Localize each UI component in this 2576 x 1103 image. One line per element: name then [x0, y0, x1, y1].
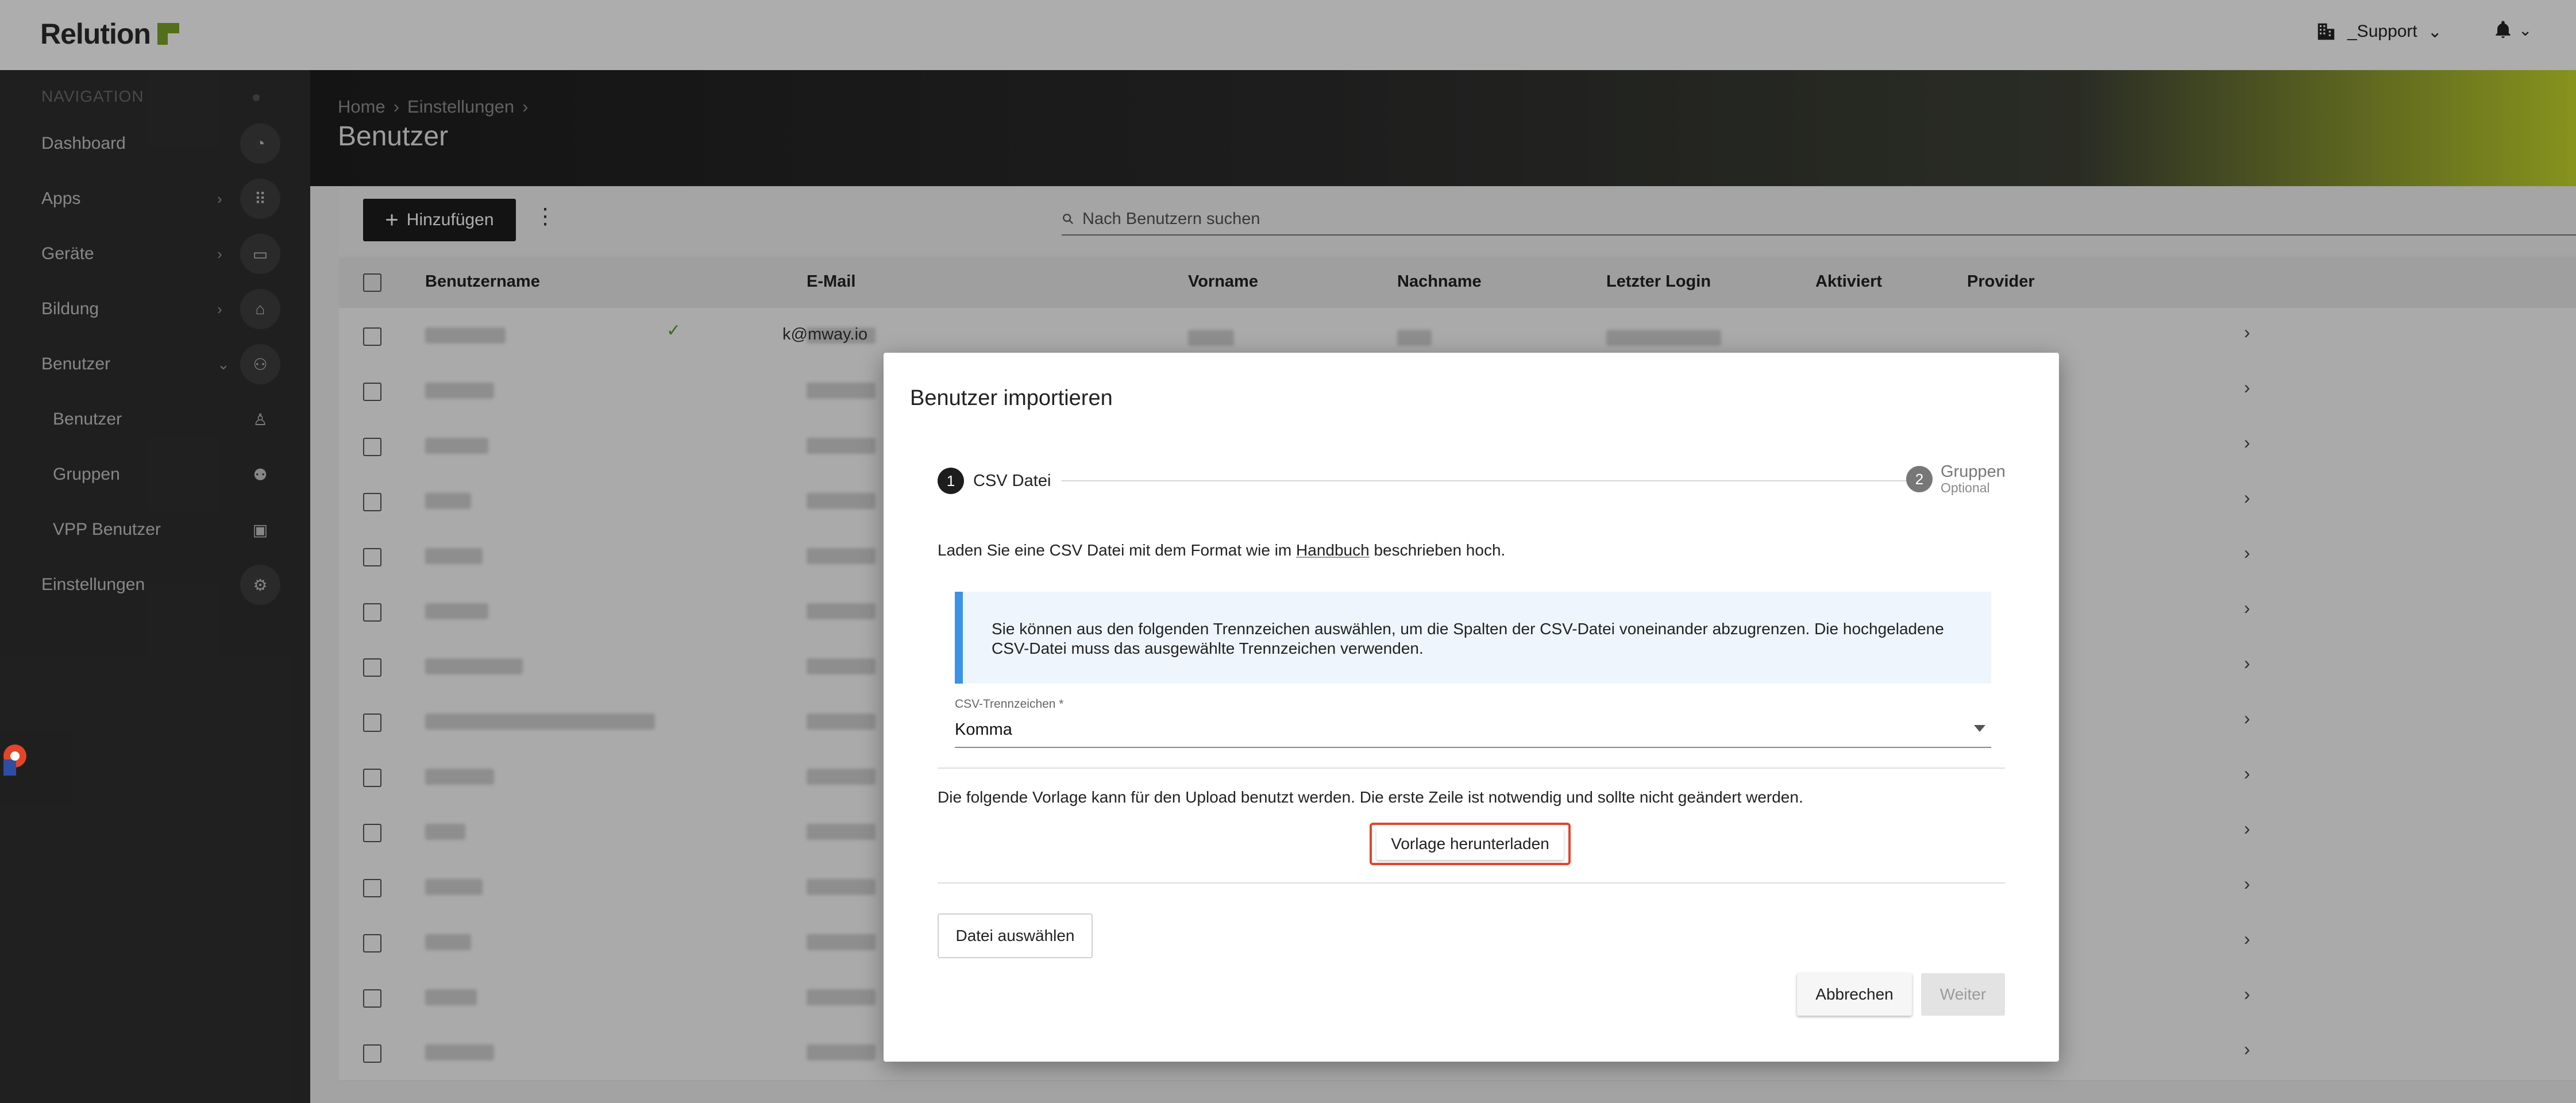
intro-text: Laden Sie eine CSV Datei mit dem Format …	[938, 541, 1505, 560]
stepper-divider	[1062, 480, 1911, 481]
step-number: 2	[1906, 466, 1933, 492]
separator-select[interactable]: Komma	[955, 715, 1991, 748]
info-text: Sie können aus den folgenden Trennzeiche…	[992, 620, 1944, 657]
step-label: Gruppen	[1941, 462, 2006, 481]
caret-down-icon	[1974, 725, 1985, 732]
cookie-widget-icon[interactable]	[0, 743, 29, 778]
stepper-step-csv[interactable]: 1 CSV Datei	[938, 468, 1051, 494]
separator-value: Komma	[955, 720, 1012, 739]
divider	[938, 882, 2005, 884]
cancel-button[interactable]: Abbrechen	[1797, 973, 1912, 1016]
step-sublabel: Optional	[1941, 480, 1990, 495]
info-accent-bar	[955, 592, 963, 684]
info-box: Sie können aus den folgenden Trennzeiche…	[955, 592, 1991, 684]
import-users-dialog: Benutzer importieren 1 CSV Datei 2 Grupp…	[884, 353, 2059, 1062]
dialog-title: Benutzer importieren	[910, 386, 1113, 410]
intro-post: beschrieben hoch.	[1369, 541, 1506, 559]
step-number: 1	[938, 468, 964, 494]
intro-pre: Laden Sie eine CSV Datei mit dem Format …	[938, 541, 1297, 559]
handbuch-link[interactable]: Handbuch	[1296, 541, 1370, 559]
step-label: CSV Datei	[973, 471, 1051, 490]
divider	[938, 768, 2005, 769]
choose-file-button[interactable]: Datei auswählen	[938, 913, 1093, 958]
next-button[interactable]: Weiter	[1921, 973, 2005, 1016]
separator-label: CSV-Trennzeichen *	[955, 697, 1064, 711]
download-template-button[interactable]: Vorlage herunterladen	[1376, 828, 1564, 860]
stepper-step-groups[interactable]: 2 Gruppen Optional	[1906, 463, 2006, 495]
download-template-highlight: Vorlage herunterladen	[1370, 823, 1571, 865]
template-text: Die folgende Vorlage kann für den Upload…	[938, 788, 1803, 806]
